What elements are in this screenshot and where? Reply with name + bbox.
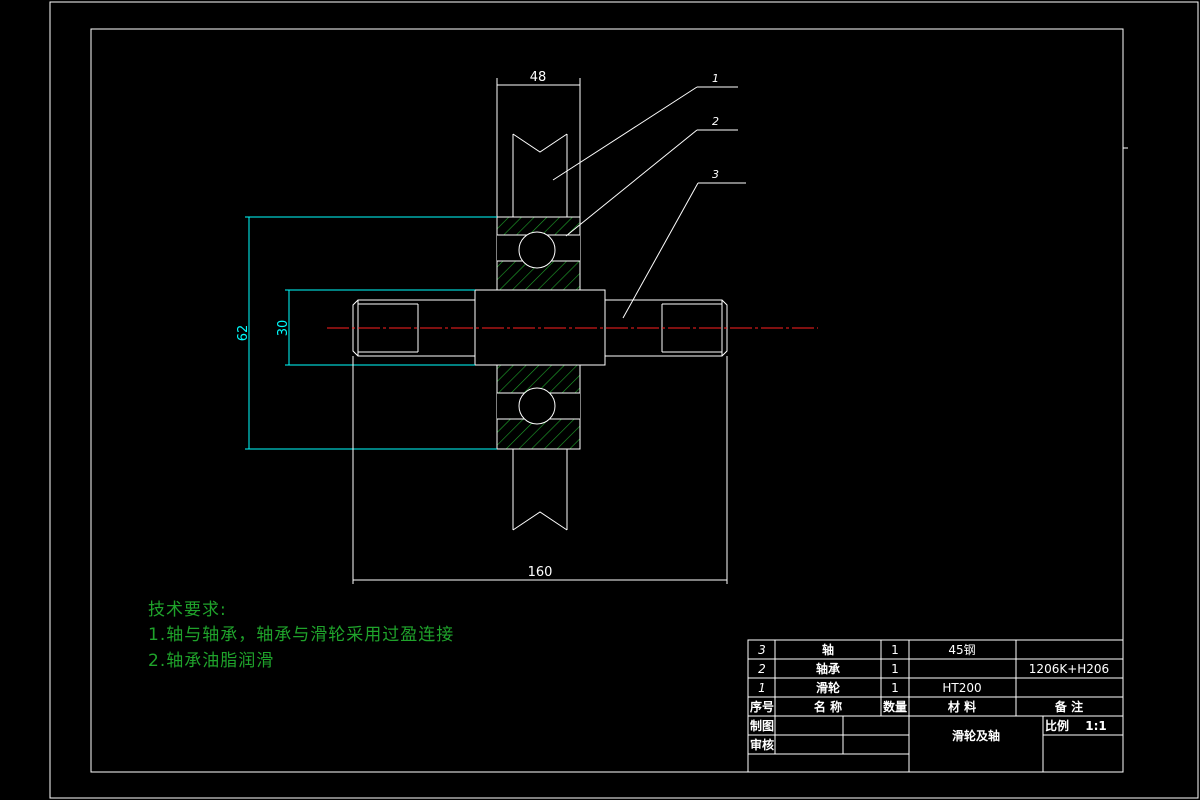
leader-3	[622, 182, 746, 319]
drawing-title: 滑轮及轴	[952, 728, 1000, 743]
row-1-qty: 1	[891, 681, 899, 695]
checked-label: 审核	[750, 737, 774, 752]
header-no: 序号	[750, 699, 774, 714]
row-3-name: 轴	[822, 642, 834, 657]
row-2-note: 1206K+H206	[1029, 662, 1109, 676]
callout-1: 1	[712, 72, 719, 85]
header-name: 名 称	[814, 699, 842, 714]
header-note: 备 注	[1054, 699, 1083, 714]
row-3-material: 45钢	[948, 643, 975, 657]
tech-requirement-2: 2.轴承油脂润滑	[148, 651, 275, 671]
bearing-lower	[496, 364, 581, 450]
dim-160-label: 160	[528, 565, 553, 580]
header-material: 材 料	[947, 699, 976, 714]
dim-62-label: 62	[236, 325, 251, 342]
row-3-no: 3	[758, 643, 766, 657]
row-2-no: 2	[758, 662, 766, 676]
row-2-qty: 1	[891, 662, 899, 676]
row-1-no: 1	[758, 681, 766, 695]
row-2-name: 轴承	[816, 661, 840, 676]
ball-lower	[518, 387, 556, 425]
callout-2: 2	[712, 115, 719, 128]
dim-48-label: 48	[530, 70, 547, 85]
callout-3: 3	[712, 168, 719, 181]
cad-drawing: 48 62 30 160 1 2 3 3 轴 1 45钢 2 轴承 1 1206…	[49, 1, 1199, 799]
dim-30-label: 30	[276, 320, 291, 337]
ball-upper	[518, 231, 556, 269]
row-1-name: 滑轮	[816, 680, 841, 695]
bearing-upper	[496, 216, 581, 291]
tech-requirement-1: 1.轴与轴承，轴承与滑轮采用过盈连接	[148, 625, 455, 645]
scale-label: 比例	[1045, 718, 1069, 733]
header-qty: 数量	[883, 699, 907, 714]
row-1-material: HT200	[942, 681, 981, 695]
tech-requirements-title: 技术要求:	[148, 600, 227, 620]
leader-1	[552, 86, 738, 181]
sheet-border	[49, 1, 1199, 799]
drawn-label: 制图	[750, 718, 774, 733]
scale-value: 1:1	[1085, 719, 1107, 733]
row-3-qty: 1	[891, 643, 899, 657]
